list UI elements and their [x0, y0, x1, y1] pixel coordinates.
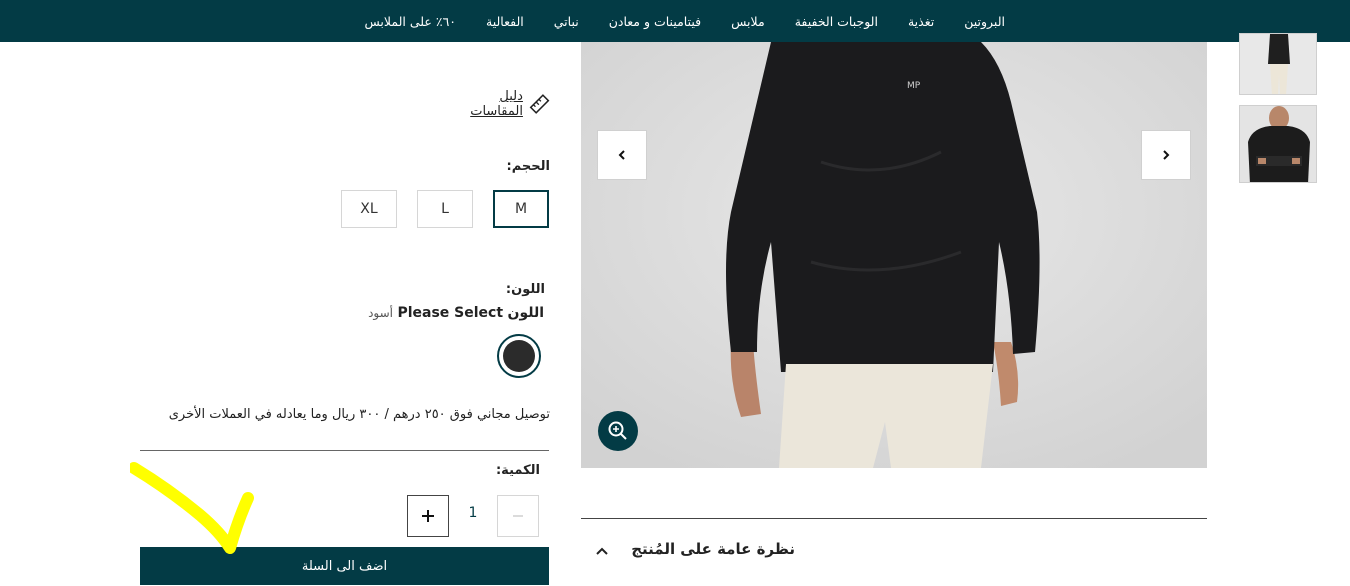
chevron-right-icon	[1163, 150, 1170, 160]
nav-item-vitamins[interactable]: فيتامينات و معادن	[609, 14, 701, 29]
color-swatch-black[interactable]	[497, 334, 541, 378]
gallery-thumbnail-1[interactable]	[1239, 33, 1317, 95]
nav-item-nutrition[interactable]: تغذية	[908, 14, 934, 29]
divider	[140, 450, 549, 451]
plus-icon	[422, 510, 434, 522]
nav-item-clothing-sale[interactable]: ٦٠٪ على الملابس	[365, 14, 457, 29]
size-label: الحجم:	[506, 159, 550, 174]
color-value: أسود	[368, 306, 394, 320]
zoom-in-icon	[608, 421, 627, 440]
overview-divider	[581, 518, 1207, 519]
color-selection-text: اللون Please Select أسود	[330, 305, 544, 321]
thumbnail-model-full-image	[1240, 34, 1316, 94]
chevron-left-icon	[618, 150, 625, 160]
nav-item-vegan[interactable]: نباتي	[554, 14, 579, 29]
shirt-logo: MP	[907, 81, 921, 91]
size-option-xl[interactable]: XL	[341, 190, 397, 228]
quantity-increase-button[interactable]	[407, 495, 449, 537]
quantity-value[interactable]: 1	[452, 505, 494, 521]
quantity-label: الكمية:	[495, 463, 540, 478]
nav-item-clothing[interactable]: ملابس	[731, 14, 765, 29]
gallery-thumbnail-2[interactable]	[1239, 105, 1317, 183]
nav-item-protein[interactable]: البروتين	[964, 14, 1005, 29]
swatch-fill	[503, 340, 535, 372]
color-label: اللون:	[505, 282, 545, 297]
free-shipping-note: توصيل مجاني فوق ٢٥٠ درهم / ٣٠٠ ريال وما …	[168, 407, 550, 422]
zoom-button[interactable]	[598, 411, 638, 451]
thumbnail-model-closeup-image	[1240, 106, 1316, 182]
nav-item-performance[interactable]: الفعالية	[486, 14, 524, 29]
color-select-prompt: Please Select	[397, 305, 504, 321]
nav-menu: البروتين تغذية الوجبات الخفيفة ملابس فيت…	[330, 0, 1020, 42]
main-product-image: MP	[581, 42, 1207, 468]
chevron-up-icon[interactable]	[595, 544, 609, 558]
size-guide-link[interactable]: دليل المقاسات	[446, 89, 550, 119]
color-prefix: اللون	[507, 305, 545, 321]
previous-image-button[interactable]	[597, 130, 647, 180]
minus-icon	[513, 515, 523, 517]
quantity-decrease-button[interactable]	[497, 495, 539, 537]
highlight-annotation	[130, 462, 254, 554]
nav-item-snacks[interactable]: الوجبات الخفيفة	[795, 14, 878, 29]
size-option-l[interactable]: L	[417, 190, 473, 228]
model-wearing-shirt-image: MP	[581, 42, 1207, 468]
next-image-button[interactable]	[1141, 130, 1191, 180]
size-guide-label[interactable]: دليل المقاسات	[446, 89, 523, 119]
product-overview-heading[interactable]: نظرة عامة على المُنتج	[600, 540, 795, 558]
ruler-icon	[529, 94, 550, 114]
size-option-m[interactable]: M	[493, 190, 549, 228]
top-navigation-bar: البروتين تغذية الوجبات الخفيفة ملابس فيت…	[0, 0, 1350, 42]
